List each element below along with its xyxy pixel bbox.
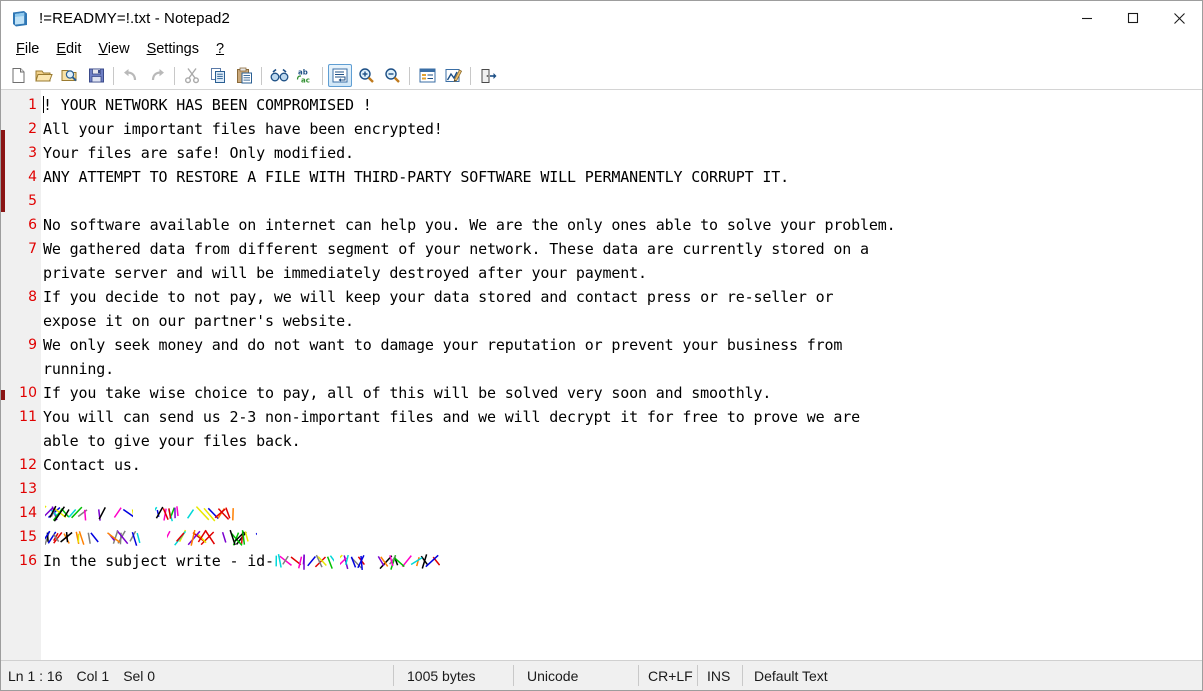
line-number: 4 [28, 169, 37, 185]
word-wrap-icon[interactable] [328, 64, 352, 87]
editor-line[interactable]: private server and will be immediately d… [43, 261, 1202, 285]
line-number: 6 [28, 217, 37, 233]
menu-item-file[interactable]: File [8, 39, 48, 59]
menu-item-settings[interactable]: Settings [139, 39, 208, 59]
editor-line[interactable]: In the subject write - id- [43, 549, 1202, 573]
editor-line[interactable]: We only seek money and do not want to da… [43, 333, 1202, 357]
line-number: 12 [19, 457, 37, 473]
editor-line[interactable]: All your important files have been encry… [43, 117, 1202, 141]
line-number: 11 [19, 409, 37, 425]
editor-line[interactable]: Your files are safe! Only modified. [43, 141, 1202, 165]
menu-bar: File Edit View Settings ? [1, 36, 1202, 62]
status-byte-count: 1005 bytes [407, 667, 476, 684]
save-icon[interactable] [84, 64, 108, 87]
modified-lines-margin [1, 90, 5, 660]
title-bar: !=READMY=!.txt - Notepad2 [1, 1, 1202, 36]
replace-icon[interactable]: ab ac [293, 64, 317, 87]
editor-line[interactable] [43, 501, 1202, 525]
redo-icon [145, 64, 169, 87]
maximize-button[interactable] [1110, 1, 1156, 35]
editor-line[interactable]: able to give your files back. [43, 429, 1202, 453]
line-number-continuation [5, 357, 40, 381]
menu-item-help[interactable]: ? [208, 39, 233, 59]
status-bar: Ln 1 : 16 Col 1 Sel 0 1005 bytes Unicode… [1, 660, 1202, 690]
editor-line[interactable]: You will can send us 2-3 non-important f… [43, 405, 1202, 429]
line-number-continuation [5, 429, 40, 453]
exit-icon[interactable] [476, 64, 500, 87]
menu-item-view[interactable]: View [90, 39, 138, 59]
copy-icon[interactable] [206, 64, 230, 87]
line-number-continuation [5, 309, 40, 333]
status-line-endings[interactable]: CR+LF [639, 661, 697, 690]
status-selection: Sel 0 [123, 667, 156, 684]
svg-text:ac: ac [301, 77, 310, 85]
svg-text:ab: ab [298, 69, 308, 77]
text-content[interactable]: ! YOUR NETWORK HAS BEEN COMPROMISED ! All… [41, 90, 1202, 660]
toolbar: ab ac [1, 62, 1202, 90]
text-caret [43, 96, 44, 113]
notepad2-window: !=READMY=!.txt - Notepad2 File Edit View… [0, 0, 1203, 691]
editor-line[interactable] [43, 525, 1202, 549]
toolbar-separator [261, 66, 262, 85]
line-number: 15 [19, 529, 37, 545]
line-number: 13 [19, 481, 37, 497]
line-number: 3 [28, 145, 37, 161]
status-scheme[interactable]: Default Text [743, 661, 828, 690]
toolbar-separator [174, 66, 175, 85]
scheme-icon[interactable] [415, 64, 439, 87]
window-title: !=READMY=!.txt - Notepad2 [39, 10, 230, 27]
minimize-button[interactable] [1064, 1, 1110, 35]
open-file-icon[interactable] [32, 64, 56, 87]
zoom-in-icon[interactable] [354, 64, 378, 87]
line-number: 16 [19, 553, 37, 569]
new-file-icon[interactable] [6, 64, 30, 87]
editor-line[interactable] [43, 189, 1202, 213]
toolbar-separator [113, 66, 114, 85]
browse-file-icon[interactable] [58, 64, 82, 87]
undo-icon [119, 64, 143, 87]
status-insert-mode[interactable]: INS [698, 661, 742, 690]
notepad-document-icon [11, 10, 29, 28]
toolbar-separator [322, 66, 323, 85]
cut-icon [180, 64, 204, 87]
editor-line[interactable]: If you take wise choice to pay, all of t… [43, 381, 1202, 405]
toolbar-separator [470, 66, 471, 85]
paste-icon[interactable] [232, 64, 256, 87]
window-controls [1064, 1, 1202, 36]
line-number-gutter: 1234567 8 9 10 11 12 13 14 15 16 [5, 90, 41, 660]
line-number: 8 [28, 289, 37, 305]
editor-line[interactable]: ANY ATTEMPT TO RESTORE A FILE WITH THIRD… [43, 165, 1202, 189]
close-button[interactable] [1156, 1, 1202, 35]
editor-line[interactable]: Contact us. [43, 453, 1202, 477]
line-number: 5 [28, 193, 37, 209]
editor-line[interactable]: We gathered data from different segment … [43, 237, 1202, 261]
toolbar-separator [409, 66, 410, 85]
editor-line[interactable]: If you decide to not pay, we will keep y… [43, 285, 1202, 309]
status-position-group: Ln 1 : 16 Col 1 Sel 0 [1, 661, 393, 690]
menu-item-edit[interactable]: Edit [48, 39, 90, 59]
editor-area[interactable]: 1234567 8 9 10 11 12 13 14 15 16 ! YOUR NETWO… [1, 90, 1202, 660]
zoom-out-icon[interactable] [380, 64, 404, 87]
line-number: 9 [28, 337, 37, 353]
editor-line[interactable] [43, 477, 1202, 501]
line-number: 7 [28, 241, 37, 257]
status-line-position: Ln 1 : 16 [8, 667, 63, 684]
line-number: 10 [19, 385, 37, 401]
status-column: Col 1 [76, 667, 110, 684]
editor-line[interactable]: expose it on our partner's website. [43, 309, 1202, 333]
modified-line-marker [1, 130, 5, 212]
status-encoding[interactable]: Unicode [514, 661, 638, 690]
line-number: 14 [19, 505, 37, 521]
find-icon[interactable] [267, 64, 291, 87]
line-number: 1 [28, 97, 37, 113]
line-number: 2 [28, 121, 37, 137]
editor-line[interactable]: ! YOUR NETWORK HAS BEEN COMPROMISED ! [43, 93, 1202, 117]
customize-scheme-icon[interactable] [441, 64, 465, 87]
line-number-continuation [5, 261, 40, 285]
modified-line-marker [1, 390, 5, 400]
editor-line[interactable]: running. [43, 357, 1202, 381]
editor-line[interactable]: No software available on internet can he… [43, 213, 1202, 237]
